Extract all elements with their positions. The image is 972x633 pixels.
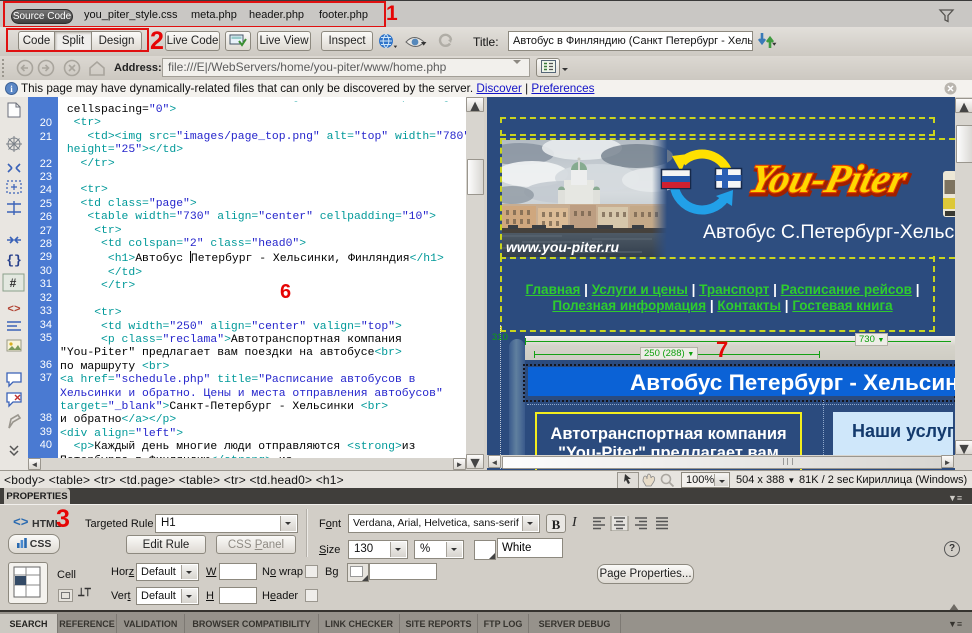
svg-text:<>: <>	[7, 304, 21, 316]
svg-text:You-Piter: You-Piter	[745, 157, 913, 201]
svg-text:{}: {}	[6, 253, 22, 268]
svg-text:#: #	[10, 276, 17, 290]
